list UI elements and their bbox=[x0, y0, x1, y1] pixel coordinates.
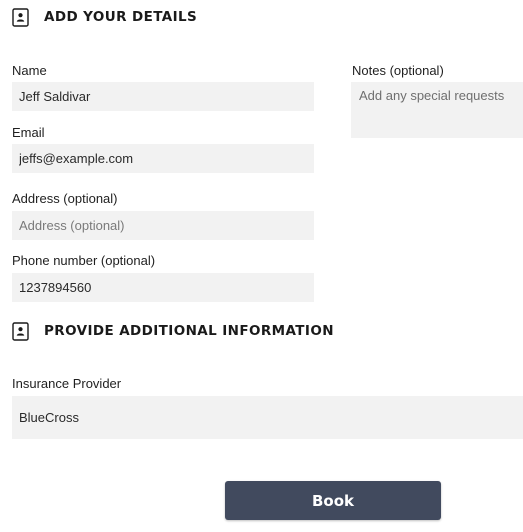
email-field[interactable] bbox=[12, 144, 314, 173]
book-button[interactable]: Book bbox=[225, 481, 441, 520]
contact-card-icon bbox=[12, 321, 29, 341]
email-label: Email bbox=[12, 125, 45, 140]
phone-field[interactable] bbox=[12, 273, 314, 302]
name-field[interactable] bbox=[12, 82, 314, 111]
notes-label: Notes (optional) bbox=[352, 63, 444, 78]
additional-section-header: PROVIDE ADDITIONAL INFORMATION bbox=[12, 320, 334, 342]
details-section-header: ADD YOUR DETAILS bbox=[12, 6, 197, 28]
phone-label: Phone number (optional) bbox=[12, 253, 156, 268]
insurance-label: Insurance Provider bbox=[12, 376, 122, 391]
address-field[interactable] bbox=[12, 211, 314, 240]
additional-section-title: PROVIDE ADDITIONAL INFORMATION bbox=[44, 323, 334, 339]
contact-card-icon bbox=[12, 7, 29, 27]
notes-textarea[interactable] bbox=[351, 82, 523, 138]
details-section-title: ADD YOUR DETAILS bbox=[44, 9, 198, 25]
name-label: Name bbox=[12, 63, 47, 78]
address-label: Address (optional) bbox=[12, 191, 118, 206]
insurance-provider-field[interactable] bbox=[12, 396, 523, 439]
